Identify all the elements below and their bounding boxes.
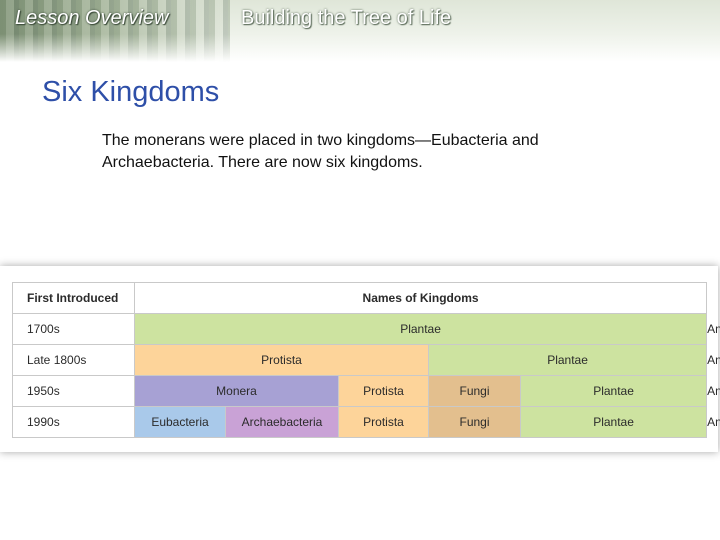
- year-cell: 1990s: [12, 406, 135, 438]
- kingdom-cell-eubacteria: Eubacteria: [134, 406, 226, 438]
- kingdom-cell-fungi: Fungi: [428, 406, 521, 438]
- year-cell: Late 1800s: [12, 344, 135, 376]
- lesson-overview-label: Lesson Overview: [15, 7, 169, 29]
- table-row: 1700sPlantaeAnimalia: [12, 313, 720, 345]
- kingdoms-table-card: First Introduced Names of Kingdoms 1700s…: [0, 266, 720, 452]
- year-cell: 1950s: [12, 375, 135, 407]
- kingdom-cell-monera: Monera: [134, 375, 339, 407]
- table-row: Late 1800sProtistaPlantaeAnimalia: [12, 344, 720, 376]
- kingdom-cell-protista: Protista: [338, 406, 429, 438]
- first-introduced-header: First Introduced: [12, 282, 135, 314]
- year-cell: 1700s: [12, 313, 135, 345]
- names-of-kingdoms-header: Names of Kingdoms: [133, 282, 708, 314]
- table-row: 1990s Eubacteria Archaebacteria Protista Fun…: [12, 406, 720, 438]
- table-header-row: First Introduced Names of Kingdoms: [12, 282, 708, 314]
- kingdom-cell-plantae: Plantae: [519, 406, 708, 438]
- kingdom-cell-protista: Protista: [134, 344, 429, 376]
- table-row: 1950sMoneraProtistaFungiPlantaeAnimalia: [12, 375, 720, 407]
- kingdom-cell-plantae: Plantae: [519, 375, 708, 407]
- kingdom-cell-archaebacteria: Archaebacteria: [225, 406, 339, 438]
- kingdoms-table: First Introduced Names of Kingdoms 1700s…: [12, 282, 720, 438]
- kingdom-cell-fungi: Fungi: [428, 375, 521, 407]
- kingdom-cell-protista: Protista: [338, 375, 429, 407]
- slide-title: Six Kingdoms: [42, 76, 220, 108]
- lesson-title: Building the Tree of Life: [241, 7, 452, 29]
- kingdoms-table-body: First Introduced Names of Kingdoms 1700s…: [12, 282, 720, 438]
- kingdom-cell-plantae: Plantae: [427, 344, 708, 376]
- kingdom-cell-plantae: Plantae: [133, 313, 708, 345]
- body-paragraph: The monerans were placed in two kingdoms…: [102, 132, 539, 171]
- header-banner: Lesson Overview Building the Tree of Lif…: [0, 0, 720, 62]
